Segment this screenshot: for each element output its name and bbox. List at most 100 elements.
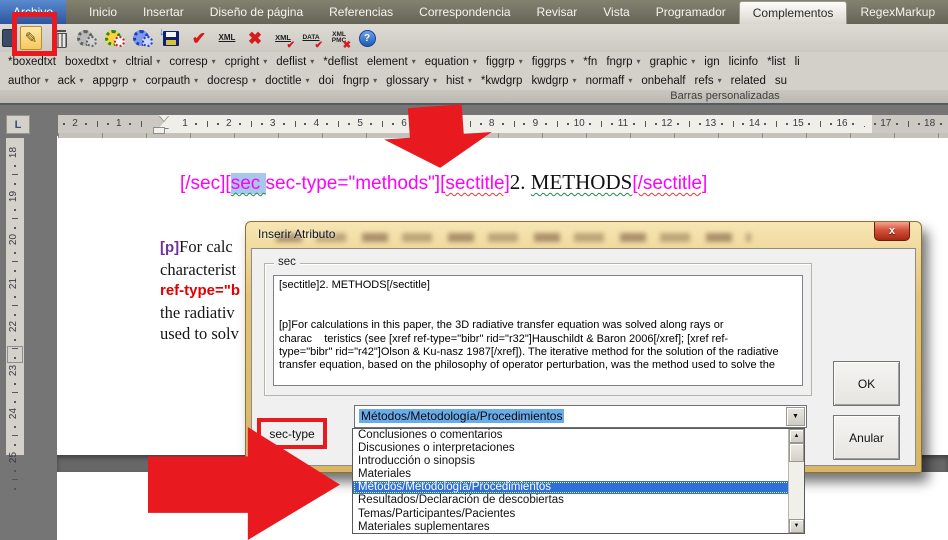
ruler-tick — [12, 261, 18, 262]
tagbtn-appgrp[interactable]: appgrp▾ — [93, 75, 137, 87]
validate-check-icon[interactable]: ✔ — [188, 27, 210, 49]
document-paragraph[interactable]: [p]For calc characterist ref-type="b the… — [160, 236, 240, 345]
selected-sec-tag[interactable]: sec — [231, 173, 266, 194]
gears-colored-icon[interactable] — [104, 27, 126, 49]
chevron-down-icon: ▾ — [45, 77, 49, 85]
ruler-tick — [742, 123, 744, 125]
tab-revisar[interactable]: Revisar — [524, 1, 591, 24]
section-title-text: METHODS — [531, 170, 633, 194]
tagbtn-related[interactable]: related — [731, 75, 766, 87]
tagbtn-su[interactable]: su — [775, 75, 787, 87]
tagbtn-corresp[interactable]: corresp▾ — [169, 56, 215, 68]
tab-programador[interactable]: Programador — [643, 1, 739, 24]
scrollbar-thumb[interactable] — [789, 443, 804, 462]
tagbtn-doctitle[interactable]: doctitle▾ — [265, 75, 309, 87]
dropdown-option-materiales[interactable]: Materiales — [353, 468, 804, 481]
dropdown-option-introducci-n-o-sinopsis[interactable]: Introducción o sinopsis — [353, 455, 804, 468]
first-line-indent-marker[interactable] — [159, 115, 169, 121]
dropdown-option-materiales-suplementares[interactable]: Materiales suplementares — [353, 521, 804, 534]
tagbtn-refs[interactable]: refs▾ — [694, 75, 721, 87]
vertical-ruler[interactable]: 1819202122232425 — [6, 138, 24, 455]
tag-label: cltrial — [125, 56, 152, 68]
ruler-number: 1 — [182, 118, 188, 129]
tagbtn-ign[interactable]: ign — [704, 56, 719, 68]
tagbtn-author[interactable]: author▾ — [8, 75, 49, 87]
tagbtn-fngrp[interactable]: fngrp▾ — [343, 75, 377, 87]
ruler-number: 21 — [8, 277, 19, 288]
horizontal-ruler[interactable]: 21123456789101112131415161718 — [58, 115, 948, 133]
ok-button[interactable]: OK — [833, 361, 900, 406]
tab-regexmarkup[interactable]: RegexMarkup — [847, 1, 948, 24]
tagbtn-onbehalf[interactable]: onbehalf — [641, 75, 685, 87]
delete-x-icon[interactable]: ✖ — [244, 27, 266, 49]
para-line-1: [p]For calc — [160, 236, 240, 259]
xml-check-icon[interactable]: XML✔ — [272, 27, 294, 49]
tagbtn-licinfo[interactable]: licinfo — [729, 56, 758, 68]
tagbtn-li[interactable]: li — [795, 56, 800, 68]
sec-type-combobox[interactable]: Métodos/Metodología/Procedimientos ▼ — [354, 405, 807, 428]
scroll-up-button[interactable]: ▲ — [789, 429, 804, 443]
tagbtn-corpauth[interactable]: corpauth▾ — [145, 75, 198, 87]
chevron-down-icon: ▾ — [252, 77, 256, 85]
tab-vista[interactable]: Vista — [590, 1, 642, 24]
tag-label: boxedtxt — [65, 56, 108, 68]
dropdown-option-discusiones-o-interpretaciones[interactable]: Discusiones o interpretaciones — [353, 442, 804, 455]
tab-referencias[interactable]: Referencias — [316, 1, 406, 24]
tab-dise-o-de-p-gina[interactable]: Diseño de página — [197, 1, 316, 24]
dropdown-option-m-todos-metodolog-a-procedimientos[interactable]: Métodos/Metodología/Procedimientos — [353, 481, 804, 494]
tag-label: figgrps — [532, 56, 567, 68]
tag-label: su — [775, 75, 787, 87]
tagbtn--list[interactable]: *list — [767, 56, 786, 68]
tab-complementos[interactable]: Complementos — [739, 1, 848, 24]
ruler-number: 13 — [705, 118, 716, 129]
dropdown-option-temas-participantes-pacientes[interactable]: Temas/Participantes/Pacientes — [353, 508, 804, 521]
cancel-button[interactable]: Anular — [833, 415, 900, 460]
tagbtn-graphic[interactable]: graphic▾ — [650, 56, 696, 68]
scroll-down-button[interactable]: ▼ — [789, 519, 804, 533]
help-icon[interactable]: ? — [356, 27, 378, 49]
tagbtn-docresp[interactable]: docresp▾ — [207, 75, 256, 87]
dialog-close-button[interactable]: x — [874, 222, 910, 241]
tagbtn-normaff[interactable]: normaff▾ — [586, 75, 633, 87]
tab-stop-selector[interactable]: L — [6, 115, 30, 134]
combobox-dropdown-button[interactable]: ▼ — [786, 407, 805, 426]
tagbtn-cpright[interactable]: cpright▾ — [225, 56, 268, 68]
gears-blue-icon[interactable] — [132, 27, 154, 49]
tagbtn-ack[interactable]: ack▾ — [58, 75, 84, 87]
ruler-number: 23 — [8, 364, 19, 375]
group-box-label: sec — [274, 256, 300, 268]
data-check-icon[interactable]: DATA✔ — [300, 27, 322, 49]
tagbtn-cltrial[interactable]: cltrial▾ — [125, 56, 160, 68]
sec-type-dropdown-list[interactable]: Conclusiones o comentariosDiscusiones o … — [352, 428, 805, 534]
gears-icon[interactable] — [76, 27, 98, 49]
tagbtn--fn[interactable]: *fn — [583, 56, 597, 68]
dropdown-scrollbar[interactable]: ▲ ▼ — [788, 429, 804, 533]
tab-insertar[interactable]: Insertar — [130, 1, 197, 24]
tagbtn-figgrp[interactable]: figgrp▾ — [486, 56, 523, 68]
tagbtn-boxedtxt[interactable]: boxedtxt▾ — [65, 56, 117, 68]
tagbtn-kwdgrp[interactable]: kwdgrp▾ — [531, 75, 576, 87]
document-markup-line[interactable]: [/sec][sec sec-type="methods"][sectitle]… — [180, 170, 707, 195]
dropdown-option-conclusiones-o-comentarios[interactable]: Conclusiones o comentarios — [353, 429, 804, 442]
save-icon[interactable]: ↓ — [160, 27, 182, 49]
tagbtn--kwdgrp[interactable]: *kwdgrp — [481, 75, 523, 87]
tagbtn-element[interactable]: element▾ — [367, 56, 416, 68]
tab-inicio[interactable]: Inicio — [76, 1, 130, 24]
tagbtn-doi[interactable]: doi — [319, 75, 334, 87]
context-textbox[interactable]: [sectitle]2. METHODS[/sectitle] [p]For c… — [273, 275, 803, 386]
tagbtn-deflist[interactable]: deflist▾ — [276, 56, 314, 68]
tab-correspondencia[interactable]: Correspondencia — [406, 1, 523, 24]
tagbtn-equation[interactable]: equation▾ — [425, 56, 477, 68]
tagbtn--deflist[interactable]: *deflist — [323, 56, 358, 68]
left-indent-marker[interactable] — [154, 128, 164, 133]
tagbtn-fngrp[interactable]: fngrp▾ — [606, 56, 640, 68]
tagbtn-figgrps[interactable]: figgrps▾ — [532, 56, 575, 68]
xml-icon[interactable]: XML — [216, 27, 238, 49]
dropdown-option-resultados-declaraci-n-de-descobiertas[interactable]: Resultados/Declaración de descobiertas — [353, 494, 804, 507]
tagbtn-hist[interactable]: hist▾ — [446, 75, 472, 87]
tagbtn-glossary[interactable]: glossary▾ — [386, 75, 437, 87]
tagbtn--boxedtxt[interactable]: *boxedtxt — [8, 56, 56, 68]
tag-label: ign — [704, 56, 719, 68]
xml-pmc-x-icon[interactable]: XMLPMC✖ — [328, 27, 350, 49]
ruler-tick — [141, 121, 142, 127]
